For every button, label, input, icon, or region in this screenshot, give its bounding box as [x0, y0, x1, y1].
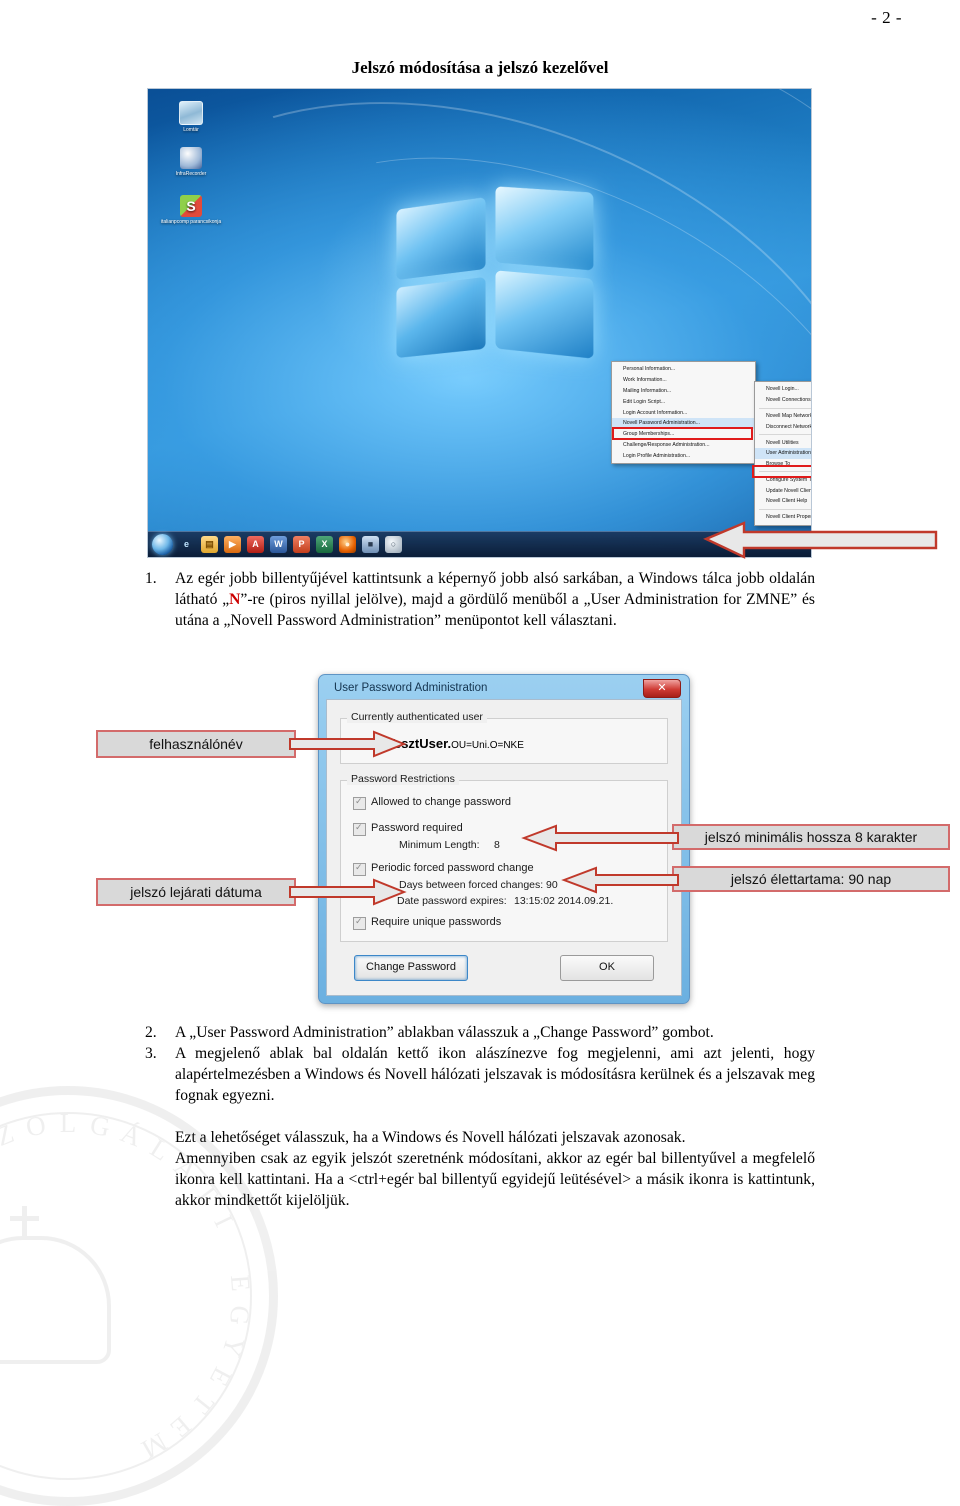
authenticated-user-label: Currently authenticated user [347, 711, 487, 723]
menu-separator [759, 508, 811, 510]
menu-item-novell-password-administration[interactable]: Novell Password Administration... [612, 417, 755, 429]
tray-language-indicator[interactable]: HU [767, 541, 776, 547]
desktop-wallpaper [148, 89, 811, 557]
windows-explorer-icon[interactable]: ▤ [201, 536, 218, 553]
start-orb-icon[interactable] [152, 534, 173, 555]
dialog-body: Currently authenticated user TesztUser.O… [326, 699, 682, 996]
user-password-administration-window[interactable]: User Password Administration ✕ Currently… [318, 674, 690, 1004]
password-restrictions-label: Password Restrictions [347, 773, 459, 785]
label-minimum-length: Minimum Length: [399, 839, 480, 851]
save-icon[interactable]: ■ [362, 536, 379, 553]
page-number: - 2 - [871, 8, 902, 27]
label-periodic-forced-password-change: Periodic forced password change [371, 862, 534, 874]
value-minimum-length: 8 [494, 839, 500, 851]
menu-item-personal-information[interactable]: Personal Information... [612, 364, 755, 375]
checkbox-password-required[interactable] [353, 822, 366, 836]
step-2-number: 2. [145, 1024, 157, 1041]
menu-separator [759, 471, 811, 473]
password-restrictions-group: Password Restrictions Allowed to change … [340, 773, 668, 942]
label-date-password-expires: Date password expires: [397, 895, 507, 907]
menu-item-novell-map-network-drive[interactable]: Novell Map Network Drive... [755, 411, 811, 422]
infrarecorder-icon [180, 147, 202, 169]
step-3-number: 3. [145, 1045, 157, 1062]
checkbox-require-unique-passwords[interactable] [353, 916, 366, 930]
authenticated-user-group: Currently authenticated user TesztUser.O… [340, 711, 668, 764]
callout-lifetime: jelszó élettartama: 90 nap [672, 866, 950, 892]
menu-item-login-account-information[interactable]: Login Account Information... [612, 407, 755, 418]
value-date-password-expires: 13:15:02 2014.09.21. [514, 895, 614, 907]
menu-item-work-information[interactable]: Work Information... [612, 375, 755, 386]
step-1-highlight: N [229, 591, 241, 608]
novell-tray-icon[interactable] [780, 538, 791, 548]
callout-username: felhasználónév [96, 730, 296, 758]
ok-button[interactable]: OK [560, 955, 654, 981]
desktop-screenshot: Lomtár InfraRecorder italianpcomp paranc… [147, 88, 812, 558]
context-menu-novell-client[interactable]: Novell Login... Novell Connections... No… [754, 381, 811, 526]
powerpoint-icon[interactable]: P [293, 536, 310, 553]
excel-icon[interactable]: X [316, 536, 333, 553]
menu-item-user-administration-for-zmne[interactable]: User Administration for ZMNE [755, 447, 811, 459]
desktop-icon-label: Lomtár [183, 127, 199, 133]
desktop-icon-shortcut[interactable]: italianpcomp parancsikonja [160, 195, 222, 225]
adobe-reader-icon[interactable]: A [247, 536, 264, 553]
menu-separator [759, 434, 811, 436]
menu-item-novell-client-help[interactable]: Novell Client Help [755, 496, 811, 507]
checkbox-periodic-forced-password-change[interactable] [353, 862, 366, 876]
system-tray[interactable]: HU [767, 538, 805, 548]
menu-item-browse-to[interactable]: Browse To [755, 459, 811, 470]
desktop-icon-recycle-bin[interactable]: Lomtár [160, 101, 222, 133]
university-seal-watermark: NEMZETI KÖZSZOLGÁLATI EGYETEM [0, 1086, 278, 1506]
dialog-title: User Password Administration [334, 682, 488, 694]
page-title: Jelszó módosítása a jelszó kezelővel [351, 58, 609, 77]
label-allowed-to-change-password: Allowed to change password [371, 796, 512, 808]
menu-item-novell-utilities[interactable]: Novell Utilities [755, 437, 811, 448]
watermark-text: NEMZETI KÖZSZOLGÁLATI EGYETEM [0, 1108, 257, 1465]
step-1-text-after: ”-re (piros nyillal jelölve), majd a gör… [175, 591, 815, 629]
desktop-icon-infrarecorder[interactable]: InfraRecorder [160, 147, 222, 177]
menu-separator [759, 407, 811, 409]
checkbox-allowed-to-change-password[interactable] [353, 796, 366, 810]
callout-min-length: jelszó minimális hossza 8 karakter [672, 824, 950, 850]
taskbar[interactable]: e ▤ ▶ A W P X ● ■ ○ HU [148, 531, 811, 557]
step-1-paragraph: 1. Az egér jobb billentyűjével kattintsu… [145, 568, 815, 631]
label-password-required: Password required [371, 822, 463, 834]
recycle-bin-icon [179, 101, 203, 125]
user-context: OU=Uni.O=NKE [451, 740, 524, 751]
menu-item-novell-login[interactable]: Novell Login... [755, 384, 811, 395]
desktop-icon-label: italianpcomp parancsikonja [160, 219, 222, 225]
desktop-icon-label: InfraRecorder [175, 171, 207, 177]
close-icon[interactable]: ✕ [643, 679, 681, 698]
word-icon[interactable]: W [270, 536, 287, 553]
context-menu-user-administration[interactable]: Personal Information... Work Information… [611, 361, 756, 465]
media-player-icon[interactable]: ▶ [224, 536, 241, 553]
step-1-number: 1. [145, 570, 157, 587]
menu-item-novell-client-properties[interactable]: Novell Client Properties... [755, 512, 811, 523]
label-days-between-forced-changes: Days between forced changes: [399, 879, 544, 891]
value-days-between-forced-changes: 90 [546, 879, 558, 891]
menu-item-update-novell-client[interactable]: Update Novell Client [755, 485, 811, 496]
menu-item-disconnect-network-drive[interactable]: Disconnect Network Drive... [755, 421, 811, 432]
internet-explorer-icon[interactable]: e [178, 536, 195, 553]
menu-item-edit-login-script[interactable]: Edit Login Script... [612, 396, 755, 407]
dialog-titlebar[interactable]: User Password Administration ✕ [323, 679, 685, 701]
menu-item-mailing-information[interactable]: Mailing Information... [612, 386, 755, 397]
change-password-button[interactable]: Change Password [354, 955, 468, 981]
tray-icon[interactable] [795, 538, 805, 548]
menu-item-group-memberships[interactable]: Group Memberships... [612, 429, 755, 440]
windows-logo-icon [389, 186, 603, 366]
menu-item-novell-connections[interactable]: Novell Connections... [755, 395, 811, 406]
shortcut-icon [180, 195, 202, 217]
label-require-unique-passwords: Require unique passwords [371, 916, 502, 928]
firefox-icon[interactable]: ● [339, 536, 356, 553]
menu-item-login-profile-administration[interactable]: Login Profile Administration... [612, 450, 755, 461]
user-name: TesztUser. [387, 736, 452, 751]
menu-item-configure-system-tray-icon[interactable]: Configure System Tray Icon... [755, 474, 811, 485]
callout-expiry-date: jelszó lejárati dátuma [96, 878, 296, 906]
authenticated-user-value: TesztUser.OU=Uni.O=NKE [387, 735, 524, 753]
menu-item-challenge-response-administration[interactable]: Challenge/Response Administration... [612, 439, 755, 450]
app-icon[interactable]: ○ [385, 536, 402, 553]
step-2-paragraph: 2. A „User Password Administration” abla… [145, 1022, 815, 1043]
step-2-text: A „User Password Administration” ablakba… [175, 1024, 714, 1041]
